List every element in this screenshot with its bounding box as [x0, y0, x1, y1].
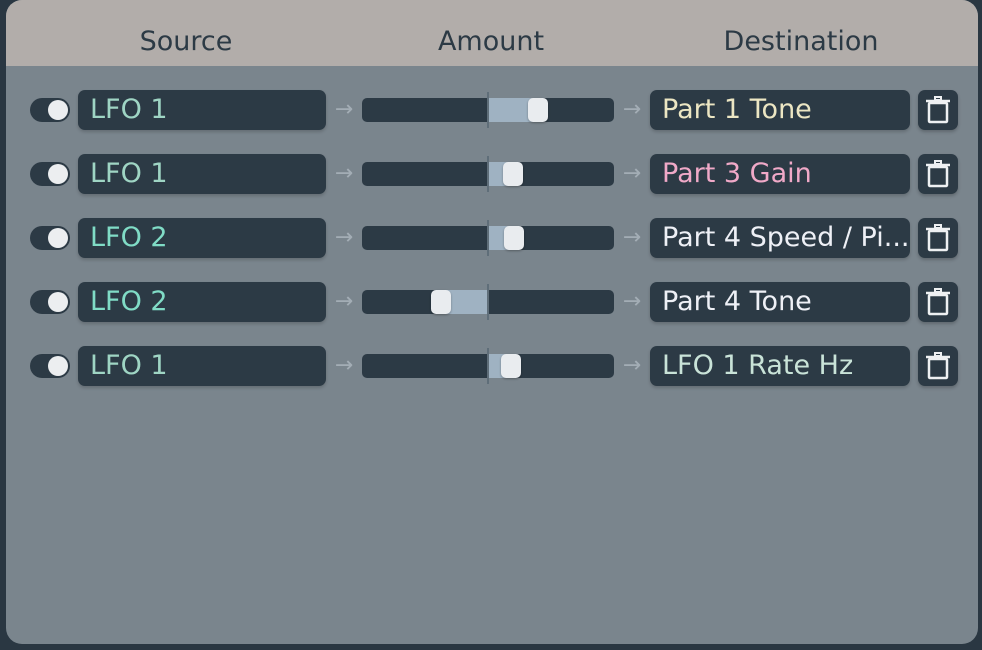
- toggle-knob: [48, 164, 68, 184]
- trash-icon: [926, 160, 950, 188]
- toggle-knob: [48, 356, 68, 376]
- destination-select[interactable]: LFO 1 Rate Hz: [650, 346, 910, 386]
- slider-center-line: [487, 92, 489, 128]
- toggle-knob: [48, 100, 68, 120]
- slider-thumb[interactable]: [501, 354, 521, 378]
- trash-icon: [926, 96, 950, 124]
- destination-select[interactable]: Part 1 Tone: [650, 90, 910, 130]
- amount-slider[interactable]: [362, 92, 614, 128]
- trash-icon: [926, 224, 950, 252]
- trash-icon: [926, 288, 950, 316]
- enable-toggle[interactable]: [30, 162, 70, 186]
- slider-thumb[interactable]: [528, 98, 548, 122]
- amount-slider[interactable]: [362, 284, 614, 320]
- modulation-row: LFO 2 → → Part 4 Tone: [6, 282, 978, 322]
- delete-button[interactable]: [918, 154, 958, 194]
- enable-toggle[interactable]: [30, 98, 70, 122]
- slider-center-line: [487, 284, 489, 320]
- modulation-panel: Source Amount Destination LFO 1 → → Part…: [6, 0, 978, 644]
- destination-select[interactable]: Part 4 Speed / Pi...: [650, 218, 910, 258]
- arrow-right-icon: →: [622, 225, 642, 250]
- source-column-label: Source: [139, 26, 233, 57]
- destination-column-label: Destination: [723, 26, 879, 57]
- delete-button[interactable]: [918, 90, 958, 130]
- destination-select[interactable]: Part 3 Gain: [650, 154, 910, 194]
- modulation-row: LFO 1 → → LFO 1 Rate Hz: [6, 346, 978, 386]
- toggle-knob: [48, 292, 68, 312]
- amount-slider[interactable]: [362, 156, 614, 192]
- source-select[interactable]: LFO 2: [78, 218, 326, 258]
- source-select[interactable]: LFO 1: [78, 90, 326, 130]
- destination-select[interactable]: Part 4 Tone: [650, 282, 910, 322]
- delete-button[interactable]: [918, 282, 958, 322]
- toggle-knob: [48, 228, 68, 248]
- modulation-row: LFO 2 → → Part 4 Speed / Pi...: [6, 218, 978, 258]
- enable-toggle[interactable]: [30, 290, 70, 314]
- arrow-right-icon: →: [334, 289, 354, 314]
- slider-thumb[interactable]: [431, 290, 451, 314]
- amount-slider[interactable]: [362, 348, 614, 384]
- modulation-row: LFO 1 → → Part 1 Tone: [6, 90, 978, 130]
- arrow-right-icon: →: [622, 161, 642, 186]
- enable-toggle[interactable]: [30, 226, 70, 250]
- delete-button[interactable]: [918, 346, 958, 386]
- enable-toggle[interactable]: [30, 354, 70, 378]
- arrow-right-icon: →: [622, 97, 642, 122]
- source-select[interactable]: LFO 1: [78, 346, 326, 386]
- arrow-right-icon: →: [622, 289, 642, 314]
- amount-column-label: Amount: [437, 26, 545, 57]
- arrow-right-icon: →: [622, 353, 642, 378]
- slider-center-line: [487, 156, 489, 192]
- arrow-right-icon: →: [334, 161, 354, 186]
- delete-button[interactable]: [918, 218, 958, 258]
- modulation-row: LFO 1 → → Part 3 Gain: [6, 154, 978, 194]
- column-header: Source Amount Destination: [6, 0, 978, 66]
- slider-thumb[interactable]: [504, 226, 524, 250]
- amount-slider[interactable]: [362, 220, 614, 256]
- trash-icon: [926, 352, 950, 380]
- arrow-right-icon: →: [334, 225, 354, 250]
- slider-center-line: [487, 348, 489, 384]
- arrow-right-icon: →: [334, 97, 354, 122]
- slider-center-line: [487, 220, 489, 256]
- slider-thumb[interactable]: [503, 162, 523, 186]
- arrow-right-icon: →: [334, 353, 354, 378]
- source-select[interactable]: LFO 1: [78, 154, 326, 194]
- source-select[interactable]: LFO 2: [78, 282, 326, 322]
